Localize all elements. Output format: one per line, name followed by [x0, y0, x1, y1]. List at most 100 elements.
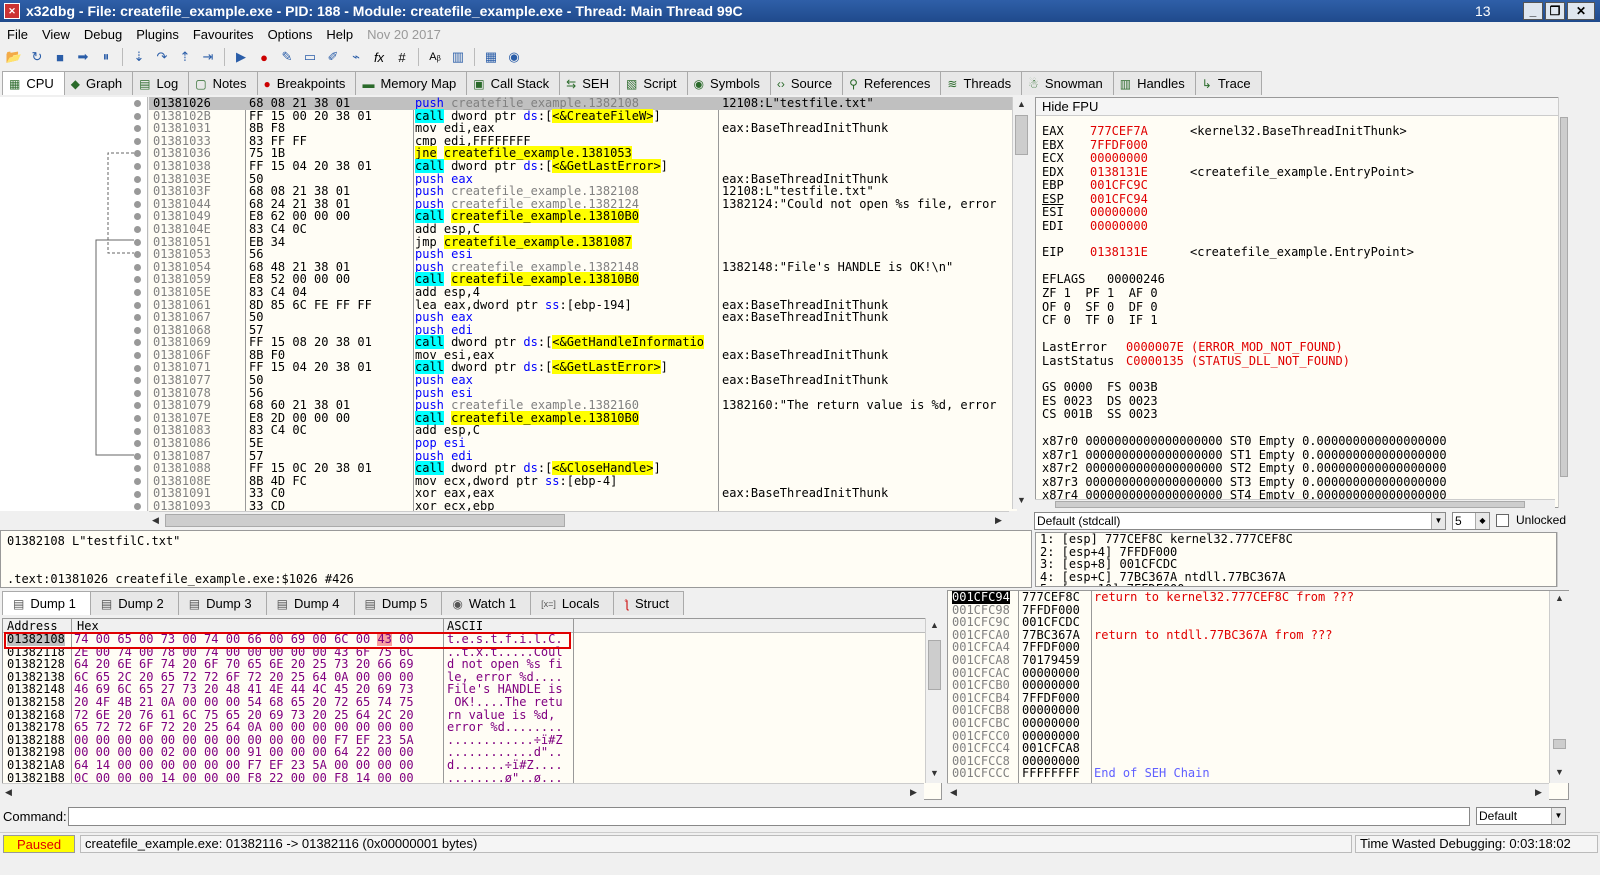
register-row[interactable]: EDI 00000000: [1042, 219, 1190, 233]
stack-row[interactable]: 001CFCBC 00000000: [948, 717, 1568, 730]
minimize-button[interactable]: _: [1523, 2, 1543, 20]
restart-icon[interactable]: ↻: [27, 47, 47, 67]
tab-notes[interactable]: ▢ Notes: [188, 71, 258, 95]
menu-item-help[interactable]: Help: [319, 27, 360, 42]
disassembly-hscroll[interactable]: ◀ ▶: [149, 511, 1009, 529]
tab-memory-map[interactable]: ▬ Memory Map: [355, 71, 468, 95]
line-bullet[interactable]: [134, 163, 141, 170]
disassembly-row[interactable]: 01381026 68 08 21 38 01 push createfile_ex…: [149, 97, 1017, 110]
stack-row[interactable]: 001CFC9C 001CFCDC: [948, 616, 1568, 629]
line-bullet[interactable]: [134, 200, 141, 208]
disassembly-row[interactable]: 01381077 50 push eax eax:BaseThreadInitThun…: [149, 374, 1017, 387]
register-row[interactable]: ZF 1 PF 1 AF 0: [1042, 286, 1158, 300]
tab-seh[interactable]: ⇆ SEH: [559, 71, 620, 95]
command-mode-select[interactable]: Default ▼: [1476, 807, 1566, 825]
menu-item-plugins[interactable]: Plugins: [129, 27, 186, 42]
scroll-thumb[interactable]: [928, 640, 941, 690]
disassembly-row[interactable]: 01381079 68 60 21 38 01 push createfile_ex…: [149, 399, 1017, 412]
registers-hscroll[interactable]: [1035, 499, 1555, 509]
disassembly-row[interactable]: 01381069 FF 15 08 20 38 01 call dword ptr …: [149, 335, 1017, 350]
line-bullet[interactable]: [134, 100, 141, 107]
hex-dump-view[interactable]: Address Hex ASCII 01382108 74 00 65 00 73…: [2, 618, 942, 800]
disassembly-row[interactable]: 01381051 EB 34 jmp createfile_example.1381…: [149, 234, 1017, 249]
disassembly-vscroll[interactable]: ▲ ▼: [1012, 97, 1029, 509]
stack-hscroll[interactable]: ◀ ▶: [947, 783, 1549, 800]
register-row[interactable]: CF 0 TF 0 IF 1: [1042, 313, 1158, 327]
tab-call-stack[interactable]: ▣ Call Stack: [466, 71, 561, 95]
tab-dump-1[interactable]: ▤ Dump 1: [2, 591, 91, 615]
run-to-user-code-icon[interactable]: ⇥: [198, 47, 218, 67]
menu-item-file[interactable]: File: [0, 27, 35, 42]
line-bullet[interactable]: [134, 352, 141, 359]
stack-vscroll[interactable]: ▲ ▼: [1549, 591, 1569, 783]
restore-button[interactable]: ❐: [1545, 2, 1565, 20]
line-bullet[interactable]: [134, 490, 141, 498]
stack-row[interactable]: 001CFCB0 00000000: [948, 679, 1568, 692]
line-bullet[interactable]: [134, 364, 141, 372]
register-row[interactable]: x87r2 0000000000000000000 ST2 Empty 0.00…: [1042, 461, 1447, 475]
open-icon[interactable]: 📂: [4, 47, 24, 67]
tab-references[interactable]: ⚲ References: [842, 71, 942, 95]
register-row[interactable]: CS 001B SS 0023: [1042, 407, 1158, 421]
disassembly-row[interactable]: 01381093 33 CD xor ecx,ebp: [149, 500, 1017, 511]
disassembly-row[interactable]: 01381038 FF 15 04 20 38 01 call dword ptr …: [149, 158, 1017, 173]
stack-argument[interactable]: 1: [esp] 777CEF8C kernel32.777CEF8C: [1036, 533, 1556, 546]
arg-count-spinner[interactable]: 5 ◆: [1452, 512, 1490, 530]
menu-item-debug[interactable]: Debug: [77, 27, 129, 42]
line-bullet[interactable]: [134, 427, 141, 435]
disassembly-row[interactable]: 01381086 5E pop esi: [149, 437, 1017, 450]
line-bullet[interactable]: [134, 112, 141, 120]
register-row[interactable]: ECX 00000000: [1042, 151, 1190, 165]
disassembly-row[interactable]: 0138104E 83 C4 0C add esp,C: [149, 223, 1017, 236]
tab-cpu[interactable]: ▦ CPU: [2, 71, 65, 95]
run-icon[interactable]: ➡: [73, 47, 93, 67]
command-input[interactable]: [68, 807, 1470, 826]
register-row[interactable]: EFLAGS 00000246: [1042, 272, 1165, 286]
registers-vscroll[interactable]: [1558, 97, 1569, 508]
menu-item-view[interactable]: View: [35, 27, 77, 42]
highlight-icon[interactable]: ✐: [323, 47, 343, 67]
register-row[interactable]: EBP 001CFC9C: [1042, 178, 1190, 192]
tab-locals[interactable]: [x=] Locals: [530, 591, 615, 615]
scroll-thumb[interactable]: [1560, 117, 1568, 477]
line-bullet[interactable]: [134, 326, 141, 334]
plugin-icon[interactable]: ◉: [504, 47, 524, 67]
tab-threads[interactable]: ≋ Threads: [940, 71, 1023, 95]
scroll-thumb[interactable]: [1015, 115, 1028, 155]
line-bullet[interactable]: [134, 263, 141, 271]
register-row[interactable]: ESP 001CFC94: [1042, 192, 1190, 206]
hash-icon[interactable]: #: [392, 47, 412, 67]
tab-breakpoints[interactable]: ● Breakpoints: [256, 71, 357, 95]
register-row[interactable]: x87r1 0000000000000000000 ST1 Empty 0.00…: [1042, 448, 1447, 462]
step-over-icon[interactable]: ↷: [152, 47, 172, 67]
stack-arguments-pane[interactable]: 1: [esp] 777CEF8C kernel32.777CEF8C 2: [e…: [1035, 532, 1557, 587]
line-bullet[interactable]: [134, 238, 141, 246]
tab-log[interactable]: ▤ Log: [132, 71, 190, 95]
line-bullet[interactable]: [134, 137, 141, 145]
tab-dump-3[interactable]: ▤ Dump 3: [177, 591, 267, 615]
close-button[interactable]: ✕: [1567, 2, 1595, 20]
stack-view[interactable]: 001CFC94 777CEF8C return to kernel32.777CE…: [947, 590, 1569, 800]
register-row[interactable]: GS 0000 FS 003B: [1042, 380, 1158, 394]
stack-argument[interactable]: 5: [esp+10] 7FFDF000: [1036, 583, 1556, 586]
script-icon[interactable]: ✎: [277, 47, 297, 67]
tab-snowman[interactable]: ☃ Snowman: [1021, 71, 1114, 95]
disassembly-row[interactable]: 01381031 8B F8 mov edi,eax eax:BaseThreadIn…: [149, 122, 1017, 135]
args-vscroll[interactable]: [1557, 532, 1569, 587]
animate-icon[interactable]: ▶: [231, 47, 251, 67]
menu-item-options[interactable]: Options: [261, 27, 320, 42]
breakpoint-icon[interactable]: ●: [254, 47, 274, 67]
hide-fpu-button[interactable]: Hide FPU: [1036, 98, 1559, 116]
stack-row[interactable]: 001CFC94 777CEF8C return to kernel32.777CE…: [948, 591, 1568, 604]
line-bullet[interactable]: [134, 478, 141, 485]
line-bullet[interactable]: [134, 389, 141, 397]
stack-row[interactable]: 001CFCCC FFFFFFFF End of SEH Chain: [948, 767, 1568, 780]
disassembly-row[interactable]: 01381083 83 C4 0C add esp,C: [149, 424, 1017, 437]
execute-till-return-icon[interactable]: ⇡: [175, 47, 195, 67]
line-bullet[interactable]: [134, 289, 141, 296]
font-icon[interactable]: Aᵦ: [425, 47, 445, 67]
tab-struct[interactable]: ƪ Struct: [613, 591, 684, 615]
register-row[interactable]: x87r0 0000000000000000000 ST0 Empty 0.00…: [1042, 434, 1447, 448]
menu-item-favourites[interactable]: Favourites: [186, 27, 261, 42]
dump-hscroll[interactable]: ◀ ▶: [2, 783, 924, 800]
